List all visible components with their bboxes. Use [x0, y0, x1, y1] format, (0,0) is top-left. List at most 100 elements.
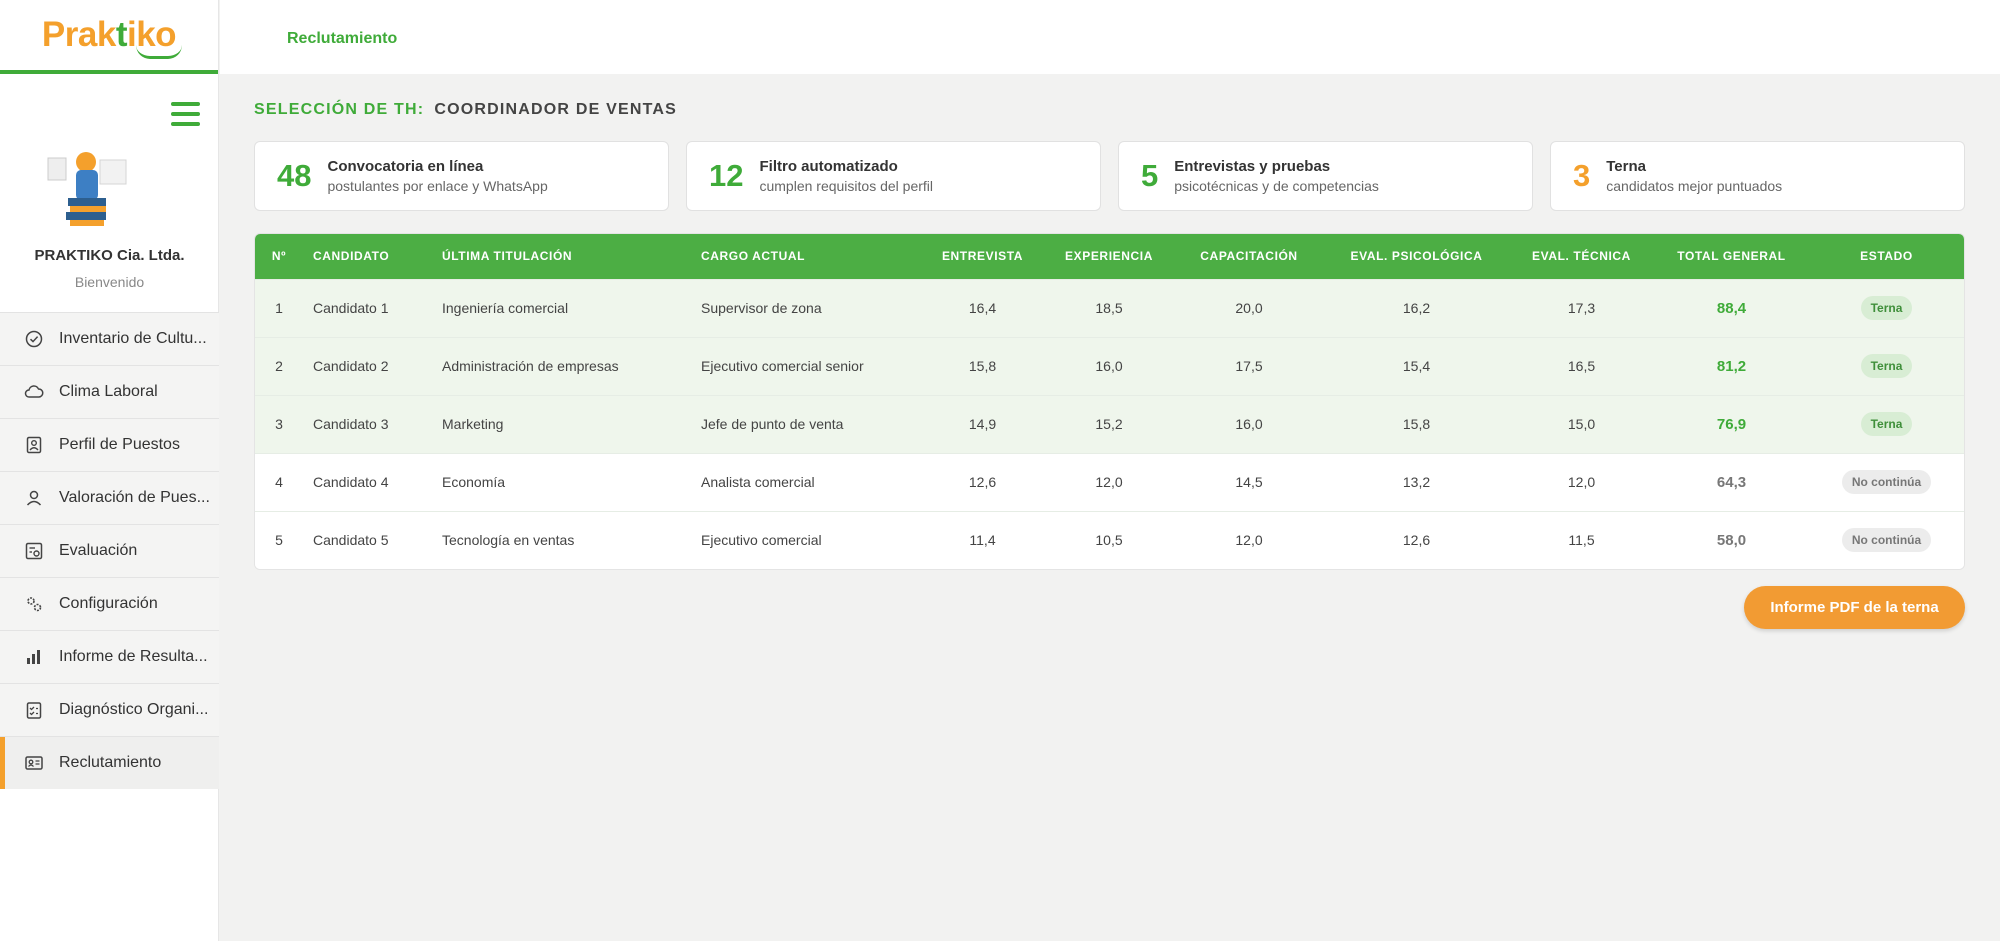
cell-number: 4	[275, 474, 283, 490]
stat-title: Terna	[1606, 158, 1646, 175]
cell-number: 2	[275, 358, 283, 374]
column-header: Nº	[271, 249, 287, 264]
cell-candidate: Candidato 1	[313, 300, 389, 316]
cell-candidate: Candidato 4	[313, 474, 389, 490]
topbar: Reclutamiento	[220, 0, 2000, 74]
column-header: EVAL. TÉCNICA	[1532, 249, 1631, 264]
cell-total: 88,4	[1716, 299, 1747, 317]
check-circle-icon	[24, 329, 44, 349]
page-title-value: COORDINADOR DE VENTAS	[434, 101, 678, 118]
hamburger-menu-icon[interactable]	[171, 102, 200, 126]
cell-interview: 16,4	[968, 300, 997, 316]
stat-number: 12	[709, 158, 744, 193]
sidebar-item-valoracion-puestos[interactable]: Valoración de Pues...	[0, 471, 219, 524]
stat-card-entrevistas: 5 Entrevistas y pruebas psicotécnicas y …	[1118, 141, 1533, 211]
stat-title: Filtro automatizado	[759, 158, 898, 175]
sidebar-item-label: Valoración de Pues...	[59, 489, 210, 506]
stat-subtitle: cumplen requisitos del perfil	[759, 178, 934, 194]
table-header-row: Nº CANDIDATO ÚLTIMA TITULACIÓN CARGO ACT…	[255, 234, 1964, 279]
stat-number: 48	[277, 158, 312, 193]
stat-card-convocatoria: 48 Convocatoria en línea postulantes por…	[254, 141, 669, 211]
sidebar-item-inventario-cultura[interactable]: Inventario de Cultu...	[0, 312, 219, 365]
cell-degree: Tecnología en ventas	[442, 532, 575, 549]
logo[interactable]: Praktiko	[0, 0, 218, 74]
sidebar-nav: Inventario de Cultu... Clima Laboral Per…	[0, 312, 219, 789]
cell-psych-eval: 12,6	[1402, 532, 1431, 549]
cell-current-role: Jefe de punto de venta	[701, 416, 844, 432]
welcome-text: Bienvenido	[74, 274, 145, 290]
id-card-icon	[24, 753, 44, 773]
cell-candidate: Candidato 2	[313, 358, 389, 374]
cell-status: No continúa	[1809, 511, 1964, 569]
table-row[interactable]: 5 Candidato 5 Tecnología en ventas Ejecu…	[255, 511, 1964, 569]
status-badge: Terna	[1860, 412, 1913, 436]
cell-tech-eval: 16,5	[1567, 358, 1596, 374]
cell-tech-eval: 15,0	[1567, 416, 1596, 432]
cell-psych-eval: 15,4	[1402, 358, 1431, 374]
cell-status: Terna	[1809, 395, 1964, 453]
sidebar-item-diagnostico-organizacional[interactable]: Diagnóstico Organi...	[0, 683, 219, 736]
sidebar-item-informe-resultados[interactable]: Informe de Resulta...	[0, 630, 219, 683]
cell-training: 17,5	[1235, 358, 1263, 374]
status-badge: No continúa	[1841, 470, 1932, 494]
cell-candidate: Candidato 5	[313, 532, 389, 549]
table-row[interactable]: 2 Candidato 2 Administración de empresas…	[255, 337, 1964, 395]
table-row[interactable]: 4 Candidato 4 Economía Analista comercia…	[255, 453, 1964, 511]
cloud-icon	[24, 382, 44, 402]
cell-degree: Marketing	[442, 416, 504, 432]
avatar	[47, 152, 127, 226]
page-title: SELECCIÓN DE TH: COORDINADOR DE VENTAS	[254, 101, 677, 119]
sidebar-item-label: Informe de Resulta...	[59, 648, 208, 665]
cell-training: 14,5	[1235, 474, 1263, 490]
id-badge-icon	[24, 435, 44, 455]
column-header: CANDIDATO	[313, 249, 390, 264]
pdf-report-button[interactable]: Informe PDF de la terna	[1744, 586, 1965, 629]
cell-training: 12,0	[1235, 532, 1263, 549]
cell-total: 58,0	[1716, 531, 1747, 549]
status-badge: Terna	[1860, 296, 1913, 320]
bar-chart-icon	[24, 647, 44, 667]
cell-interview: 15,8	[968, 358, 997, 374]
candidates-table: Nº CANDIDATO ÚLTIMA TITULACIÓN CARGO ACT…	[254, 233, 1965, 570]
stat-subtitle: postulantes por enlace y WhatsApp	[327, 178, 548, 194]
sidebar-item-configuracion[interactable]: Configuración	[0, 577, 219, 630]
cell-tech-eval: 11,5	[1568, 532, 1595, 549]
sidebar-item-label: Inventario de Cultu...	[59, 330, 207, 347]
sidebar-item-label: Reclutamiento	[59, 754, 162, 771]
cell-interview: 11,4	[969, 532, 996, 549]
status-badge: No continúa	[1841, 528, 1932, 553]
sidebar-item-reclutamiento[interactable]: Reclutamiento	[0, 736, 219, 789]
breadcrumb[interactable]: Reclutamiento	[287, 30, 397, 48]
cell-number: 1	[275, 300, 283, 316]
column-header: TOTAL GENERAL	[1677, 249, 1786, 264]
column-header: CARGO ACTUAL	[701, 249, 806, 264]
table-row[interactable]: 1 Candidato 1 Ingeniería comercial Super…	[255, 279, 1964, 337]
cell-tech-eval: 17,3	[1567, 300, 1596, 316]
stat-subtitle: psicotécnicas y de competencias	[1174, 178, 1379, 194]
cell-psych-eval: 16,2	[1402, 300, 1431, 316]
stat-number: 3	[1573, 158, 1591, 193]
sidebar-item-evaluacion[interactable]: Evaluación	[0, 524, 219, 577]
cell-experience: 18,5	[1095, 300, 1123, 316]
cell-status: Terna	[1809, 279, 1964, 337]
cell-tech-eval: 12,0	[1567, 474, 1596, 490]
company-name: PRAKTIKO Cia. Ltda.	[34, 247, 185, 264]
table-row[interactable]: 3 Candidato 3 Marketing Jefe de punto de…	[255, 395, 1964, 453]
stat-title: Entrevistas y pruebas	[1174, 158, 1331, 175]
column-header: EXPERIENCIA	[1065, 249, 1153, 264]
cell-current-role: Analista comercial	[701, 474, 815, 490]
sidebar-item-perfil-puestos[interactable]: Perfil de Puestos	[0, 418, 219, 471]
cell-experience: 16,0	[1095, 358, 1123, 374]
checklist-icon	[24, 700, 44, 720]
cell-psych-eval: 13,2	[1402, 474, 1431, 490]
stat-title: Convocatoria en línea	[327, 158, 484, 175]
cell-current-role: Ejecutivo comercial	[701, 532, 822, 549]
sidebar-item-clima-laboral[interactable]: Clima Laboral	[0, 365, 219, 418]
cell-degree: Administración de empresas	[442, 358, 619, 374]
sidebar: Praktiko PRAKTIKO Cia. Ltda. Bienvenido …	[0, 0, 219, 941]
stat-subtitle: candidatos mejor puntuados	[1606, 178, 1783, 194]
cell-experience: 12,0	[1095, 474, 1123, 490]
cell-interview: 12,6	[968, 474, 997, 490]
stats-row: 48 Convocatoria en línea postulantes por…	[254, 141, 1965, 211]
cell-number: 3	[275, 416, 283, 432]
